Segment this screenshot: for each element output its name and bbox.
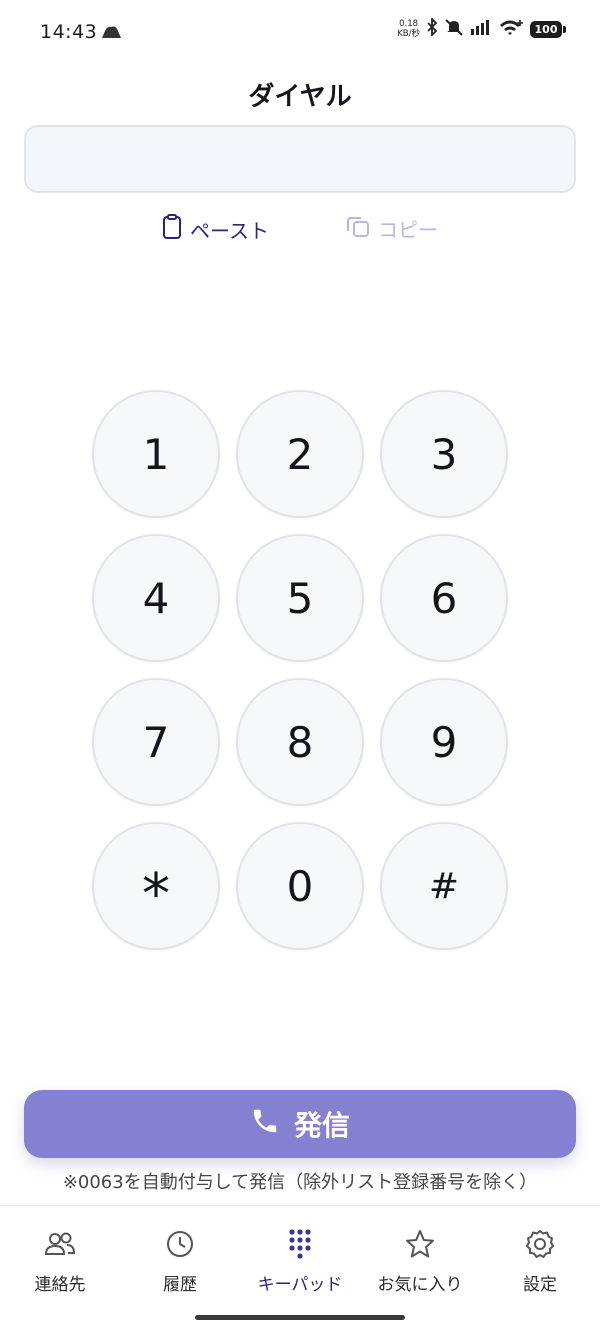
nav-item-settings[interactable]: 設定 — [480, 1206, 600, 1306]
wifi-icon — [498, 18, 524, 40]
notification-cloud-icon — [100, 24, 122, 43]
keypad: 1 2 3 4 5 6 7 8 9 * 0 # — [92, 390, 508, 950]
call-button[interactable]: 発信 — [24, 1090, 576, 1158]
signal-icon — [470, 19, 492, 39]
bluetooth-icon — [426, 16, 438, 40]
status-time: 14:43 — [40, 21, 98, 43]
call-label: 発信 — [293, 1109, 350, 1142]
key-2[interactable]: 2 — [236, 390, 364, 518]
dial-number-input[interactable] — [24, 125, 576, 193]
keypad-icon — [288, 1228, 312, 1260]
copy-label: コピー — [378, 218, 438, 242]
network-speed-value: 0.18 — [399, 19, 419, 29]
clock-icon — [165, 1228, 195, 1260]
nav-label-settings: 設定 — [523, 1275, 557, 1295]
nav-label-contacts: 連絡先 — [34, 1275, 86, 1295]
contacts-icon — [44, 1228, 76, 1260]
key-4[interactable]: 4 — [92, 534, 220, 662]
home-indicator[interactable] — [195, 1315, 405, 1320]
status-icons: 0.18 KB/秒 100 — [397, 16, 566, 40]
key-star[interactable]: * — [92, 822, 220, 950]
key-3[interactable]: 3 — [380, 390, 508, 518]
nav-label-keypad: キーパッド — [257, 1275, 343, 1295]
key-8[interactable]: 8 — [236, 678, 364, 806]
phone-icon — [250, 1106, 280, 1143]
nav-item-contacts[interactable]: 連絡先 — [0, 1206, 120, 1306]
nav-item-history[interactable]: 履歴 — [120, 1206, 240, 1306]
network-speed: 0.18 KB/秒 — [397, 19, 420, 39]
network-speed-unit: KB/秒 — [397, 29, 420, 39]
paste-button[interactable]: ペースト — [162, 214, 269, 245]
key-0[interactable]: 0 — [236, 822, 364, 950]
page-title: ダイヤル — [248, 82, 352, 112]
clipboard-actions: ペースト コピー — [0, 214, 600, 248]
paste-label: ペースト — [190, 219, 269, 243]
key-9[interactable]: 9 — [380, 678, 508, 806]
nav-item-keypad[interactable]: キーパッド — [240, 1206, 360, 1306]
key-7[interactable]: 7 — [92, 678, 220, 806]
key-hash[interactable]: # — [380, 822, 508, 950]
key-1[interactable]: 1 — [92, 390, 220, 518]
gear-icon — [524, 1228, 556, 1260]
copy-icon — [346, 214, 370, 243]
key-6[interactable]: 6 — [380, 534, 508, 662]
battery-icon: 100 — [530, 20, 566, 38]
star-icon — [404, 1228, 436, 1260]
nav-item-favorites[interactable]: お気に入り — [360, 1206, 480, 1306]
nav-label-history: 履歴 — [163, 1275, 197, 1295]
call-note: ※0063を自動付与して発信（除外リスト登録番号を除く） — [62, 1172, 538, 1193]
mute-bell-icon — [444, 18, 464, 40]
copy-button[interactable]: コピー — [346, 214, 438, 243]
status-bar: 14:43 0.18 KB/秒 100 — [0, 0, 600, 64]
key-5[interactable]: 5 — [236, 534, 364, 662]
clipboard-icon — [162, 214, 182, 245]
bottom-navigation: 連絡先 履歴 キーパッド お気に入り 設定 — [0, 1205, 600, 1306]
nav-label-favorites: お気に入り — [377, 1275, 463, 1295]
